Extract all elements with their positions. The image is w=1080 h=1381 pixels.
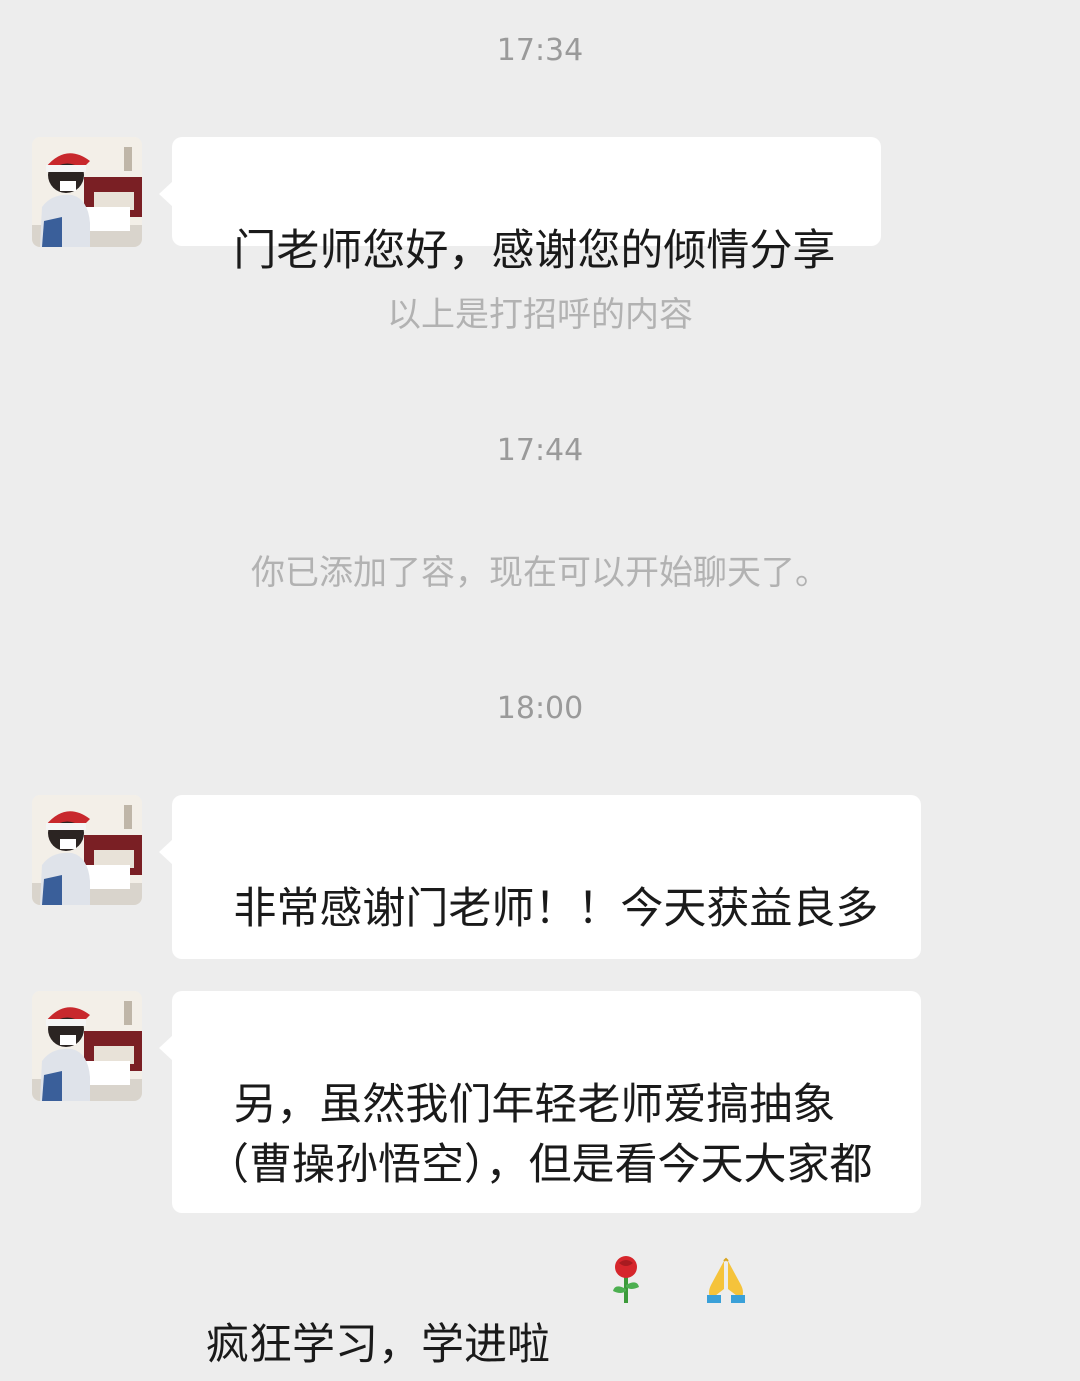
avatar-image xyxy=(32,137,142,247)
avatar[interactable] xyxy=(32,137,142,247)
timestamp: 18:00 xyxy=(496,691,584,726)
message-bubble[interactable]: 非常感谢门老师！！今天获益良多 xyxy=(159,795,921,1047)
message-text: 非常感谢门老师！！今天获益良多 xyxy=(233,884,879,934)
timestamp: 17:44 xyxy=(496,433,584,468)
rose-icon xyxy=(554,1195,643,1381)
message-bubble[interactable]: 另，虽然我们年轻老师爱搞抽象（曹操孙悟空），但是看今天大家都疯狂学习，学进啦 xyxy=(159,991,921,1370)
message-bubble[interactable]: 门老师您好，感谢您的倾情分享 xyxy=(159,137,881,276)
avatar-image xyxy=(32,795,142,905)
avatar[interactable] xyxy=(32,795,142,905)
avatar[interactable] xyxy=(32,991,142,1101)
message-text: 另，虽然我们年轻老师爱搞抽象（曹操孙悟空），但是看今天大家都疯狂学习，学进啦 xyxy=(206,1080,873,1370)
folded-hands-icon xyxy=(647,1195,752,1381)
timestamp: 17:34 xyxy=(496,33,584,68)
system-notice: 以上是打招呼的内容 xyxy=(387,295,693,335)
system-notice: 你已添加了容，现在可以开始聊天了。 xyxy=(251,553,829,593)
avatar-image xyxy=(32,991,142,1101)
message-text: 门老师您好，感谢您的倾情分享 xyxy=(233,226,836,276)
